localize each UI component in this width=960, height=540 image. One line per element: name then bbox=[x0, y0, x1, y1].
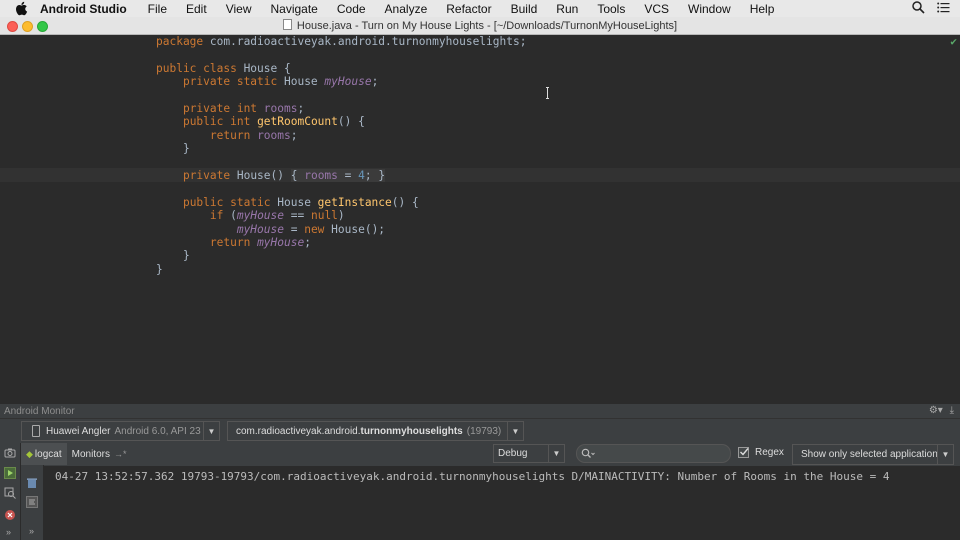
android-monitor-title: Android Monitor bbox=[4, 405, 75, 417]
chevron-down-icon[interactable]: ▼ bbox=[203, 422, 219, 440]
device-selector[interactable]: Huawei Angler Android 6.0, API 23 ▼ bbox=[21, 421, 220, 441]
regex-checkbox[interactable]: Regex bbox=[738, 447, 784, 458]
run-icon[interactable] bbox=[4, 467, 16, 479]
window-title: House.java - Turn on My House Lights - [… bbox=[0, 19, 960, 32]
menu-code[interactable]: Code bbox=[337, 2, 366, 16]
log-level-select[interactable]: Debug ▼ bbox=[493, 444, 565, 463]
menu-navigate[interactable]: Navigate bbox=[270, 2, 317, 16]
inspection-ok-icon: ✔ bbox=[950, 35, 957, 48]
log-level-value: Debug bbox=[498, 448, 528, 459]
tab-logcat[interactable]: ◆ logcat bbox=[21, 443, 67, 465]
hide-panel-icon[interactable]: ⤓ bbox=[950, 405, 954, 416]
inspect-icon[interactable] bbox=[4, 487, 16, 499]
process-pid: (19793) bbox=[466, 425, 502, 437]
menu-run[interactable]: Run bbox=[556, 2, 578, 16]
process-selector[interactable]: com.radioactiveyak.android. turnonmyhouse… bbox=[227, 421, 524, 441]
menu-app-name[interactable]: Android Studio bbox=[40, 2, 127, 16]
code-line[interactable]: public static House getInstance() { bbox=[156, 196, 419, 209]
menu-view[interactable]: View bbox=[226, 2, 252, 16]
chevron-down-icon[interactable]: ▼ bbox=[548, 445, 564, 462]
code-line[interactable]: } bbox=[156, 263, 163, 276]
code-line[interactable]: myHouse = new House(); bbox=[156, 223, 385, 236]
expand-more-icon[interactable]: » bbox=[6, 527, 11, 537]
caret-line-highlight bbox=[0, 168, 960, 182]
menu-analyze[interactable]: Analyze bbox=[385, 2, 428, 16]
code-line[interactable]: if (myHouse == null) bbox=[156, 209, 345, 222]
menu-refactor[interactable]: Refactor bbox=[446, 2, 491, 16]
chevron-down-icon[interactable]: ▼ bbox=[937, 445, 953, 464]
tab-logcat-label: logcat bbox=[34, 448, 62, 460]
regex-label: Regex bbox=[755, 447, 784, 458]
expand-more-icon[interactable]: » bbox=[29, 526, 34, 536]
code-line[interactable]: } bbox=[156, 249, 190, 262]
soft-wrap-icon[interactable] bbox=[26, 496, 38, 508]
process-name: turnonmyhouselights bbox=[360, 425, 463, 437]
code-line[interactable]: private House() { rooms = 4; } bbox=[156, 169, 386, 182]
code-line[interactable]: private int rooms; bbox=[156, 102, 304, 115]
code-editor[interactable]: ✔ package com.radioactiveyak.android.tur… bbox=[0, 35, 960, 404]
device-name: Huawei Angler bbox=[46, 425, 111, 437]
android-monitor-header: Android Monitor bbox=[0, 404, 960, 419]
menu-window[interactable]: Window bbox=[688, 2, 731, 16]
menu-help[interactable]: Help bbox=[750, 2, 775, 16]
code-line[interactable]: return rooms; bbox=[156, 129, 298, 142]
pin-tab-icon: →* bbox=[113, 449, 127, 459]
chevron-down-icon[interactable]: ▼ bbox=[507, 422, 523, 440]
filter-value: Show only selected application bbox=[801, 449, 938, 460]
menu-vcs[interactable]: VCS bbox=[644, 2, 669, 16]
window-title-text: House.java - Turn on My House Lights - [… bbox=[296, 20, 678, 32]
tab-monitors-label: Monitors bbox=[71, 448, 110, 460]
code-line[interactable]: public int getRoomCount() { bbox=[156, 115, 365, 128]
android-icon: ◆ bbox=[26, 448, 33, 459]
clear-logcat-icon[interactable] bbox=[26, 477, 38, 489]
checkbox-checked-icon[interactable] bbox=[738, 447, 749, 458]
search-icon bbox=[581, 448, 595, 458]
menu-edit[interactable]: Edit bbox=[186, 2, 207, 16]
monitor-header-icons: ⚙▾ ⤓ bbox=[929, 405, 954, 416]
menu-file[interactable]: File bbox=[148, 2, 167, 16]
menubar-extras bbox=[912, 1, 950, 14]
android-monitor-panel: Android Monitor ⚙▾ ⤓ Huawei Angler Andro… bbox=[0, 404, 960, 540]
macos-menubar: Android Studio File Edit View Navigate C… bbox=[0, 0, 960, 17]
monitor-tabs: ◆ logcat Monitors →* bbox=[21, 443, 131, 465]
logcat-side-toolbar: » bbox=[21, 465, 44, 540]
menu-build[interactable]: Build bbox=[511, 2, 538, 16]
code-line[interactable]: public class House { bbox=[156, 62, 291, 75]
log-line[interactable]: 04-27 13:52:57.362 19793-19793/com.radio… bbox=[55, 470, 889, 483]
java-file-icon bbox=[282, 19, 292, 30]
monitor-left-toolbar: » bbox=[0, 443, 21, 540]
logcat-search-input[interactable] bbox=[576, 444, 731, 463]
logcat-output[interactable]: 04-27 13:52:57.362 19793-19793/com.radio… bbox=[44, 466, 960, 540]
settings-gear-icon[interactable]: ⚙▾ bbox=[929, 405, 943, 416]
code-line[interactable]: private static House myHouse; bbox=[156, 75, 378, 88]
screen-capture-icon[interactable] bbox=[4, 447, 16, 459]
text-cursor-icon bbox=[546, 87, 549, 99]
code-line[interactable]: return myHouse; bbox=[156, 236, 311, 249]
window-titlebar: House.java - Turn on My House Lights - [… bbox=[0, 17, 960, 35]
menu-tools[interactable]: Tools bbox=[597, 2, 625, 16]
process-prefix: com.radioactiveyak.android. bbox=[236, 425, 361, 437]
phone-icon bbox=[32, 425, 40, 437]
spotlight-search-icon[interactable] bbox=[912, 1, 925, 14]
tab-monitors[interactable]: Monitors →* bbox=[67, 443, 132, 465]
code-line[interactable]: } bbox=[156, 142, 190, 155]
apple-icon[interactable] bbox=[14, 1, 28, 16]
terminate-icon[interactable] bbox=[4, 509, 16, 521]
filter-configuration-select[interactable]: Show only selected application ▼ bbox=[792, 444, 954, 465]
device-detail: Android 6.0, API 23 bbox=[114, 425, 201, 437]
code-line[interactable]: package com.radioactiveyak.android.turno… bbox=[156, 35, 526, 48]
notification-center-icon[interactable] bbox=[937, 2, 950, 13]
